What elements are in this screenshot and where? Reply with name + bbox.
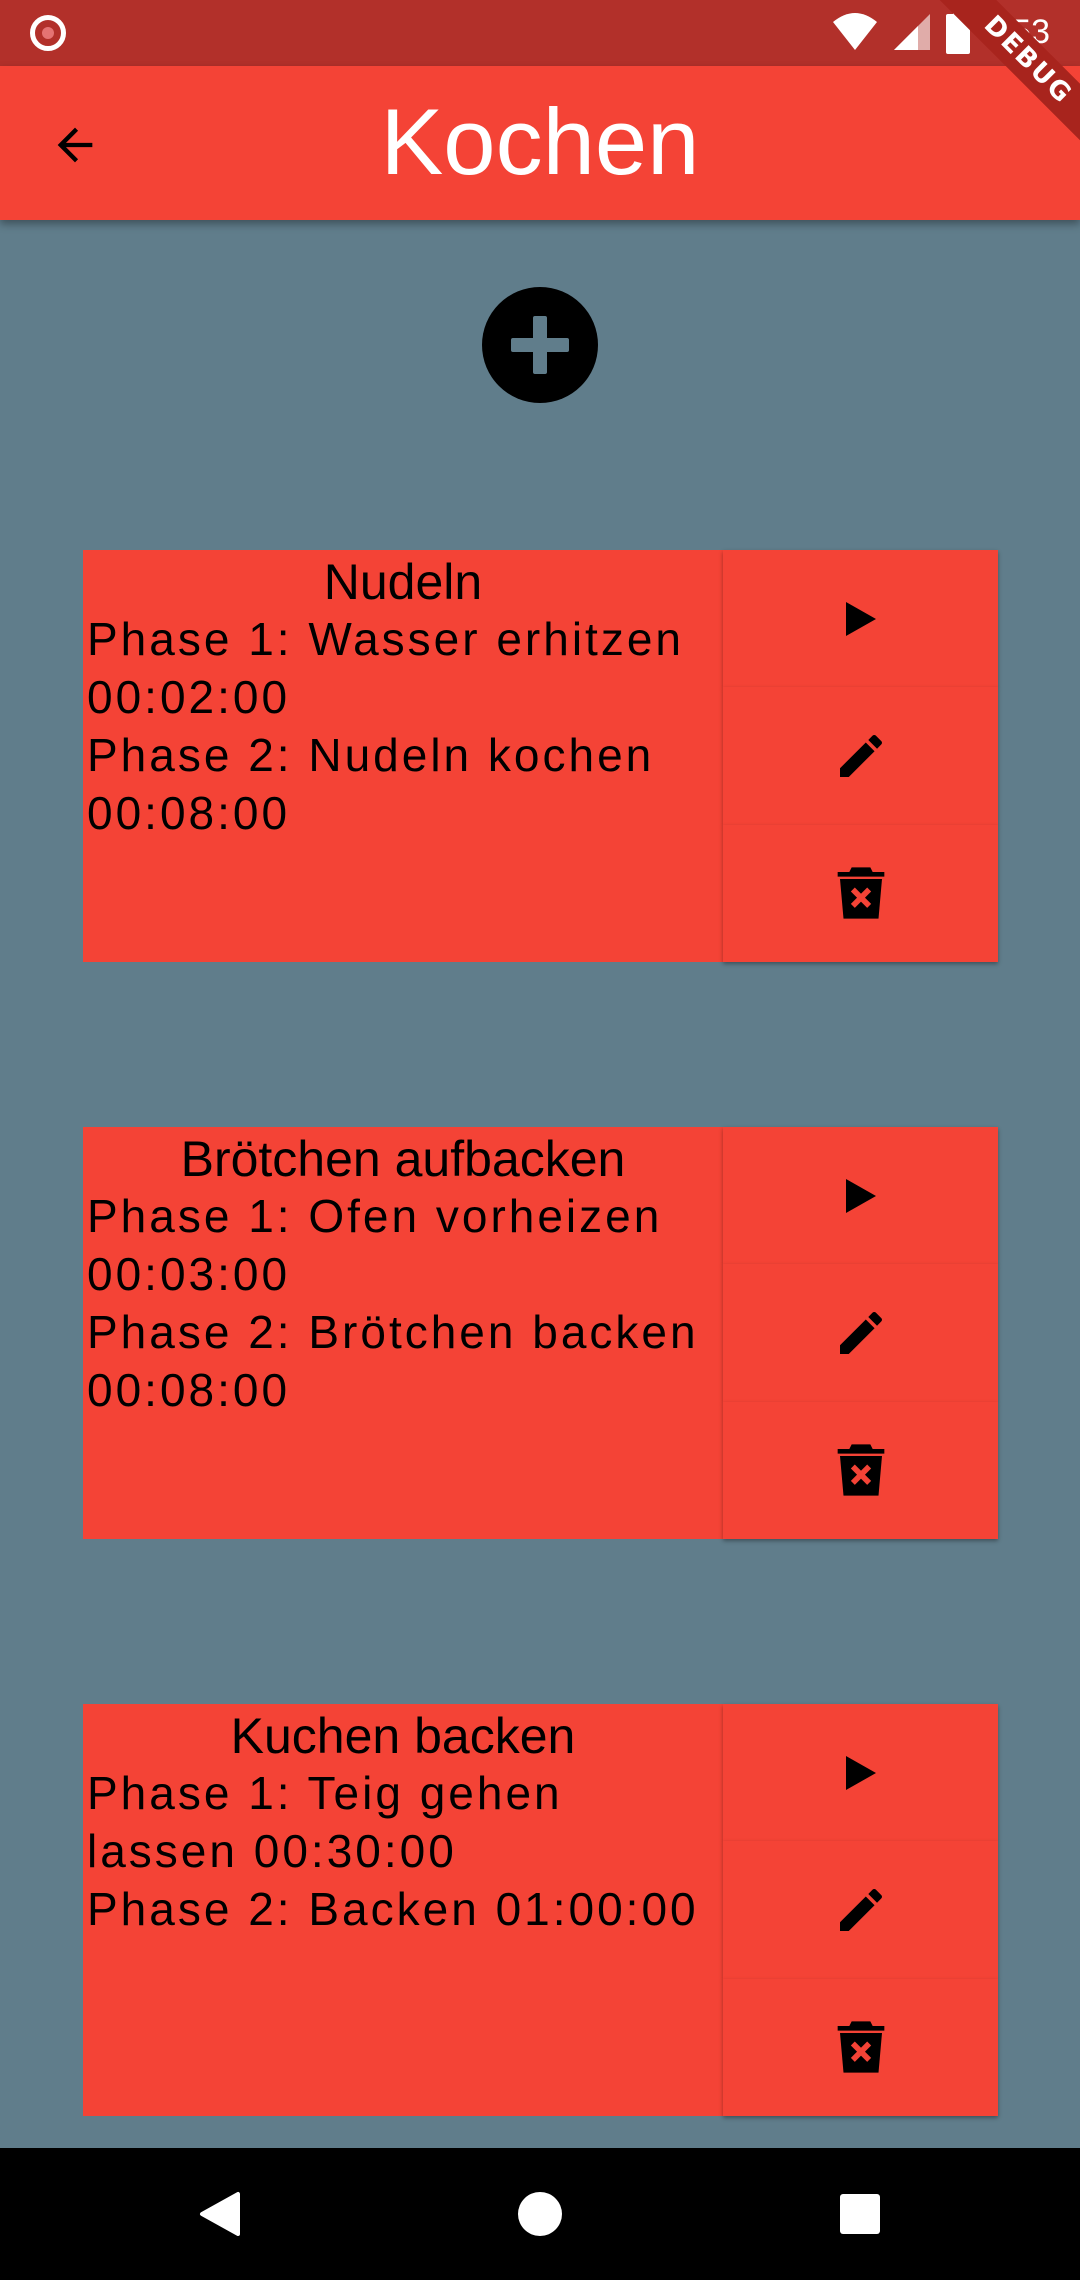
recipe-card: Brötchen aufbacken Phase 1: Ofen vorheiz… bbox=[83, 1127, 998, 1539]
app-bar: Kochen bbox=[0, 66, 1080, 220]
edit-button[interactable] bbox=[723, 687, 998, 825]
recipe-title: Nudeln bbox=[323, 554, 483, 610]
delete-button[interactable] bbox=[723, 1978, 998, 2116]
recipe-actions bbox=[723, 1704, 998, 2116]
wifi-icon bbox=[832, 13, 877, 50]
delete-button[interactable] bbox=[723, 1401, 998, 1539]
recipe-phase: Phase 2: Backen 01:00:00 bbox=[87, 1883, 699, 1935]
edit-button[interactable] bbox=[723, 1264, 998, 1402]
edit-button[interactable] bbox=[723, 1841, 998, 1979]
play-icon bbox=[845, 601, 876, 636]
recipe-phase: Phase 2: Nudeln kochen 00:08:00 bbox=[87, 729, 655, 839]
start-button[interactable] bbox=[723, 1127, 998, 1265]
navigation-bar bbox=[0, 2148, 1080, 2280]
recipe-actions bbox=[723, 1127, 998, 1539]
nav-home-button[interactable] bbox=[510, 2184, 570, 2244]
pencil-icon bbox=[839, 1888, 882, 1931]
play-icon bbox=[845, 1755, 876, 1790]
start-button[interactable] bbox=[723, 550, 998, 688]
recipe-phase: Phase 1: Ofen vorheizen 00:03:00 bbox=[87, 1190, 663, 1300]
add-recipe-button[interactable] bbox=[482, 287, 598, 403]
delete-button[interactable] bbox=[723, 824, 998, 962]
recipe-phase: Phase 2: Brötchen backen 00:08:00 bbox=[87, 1306, 699, 1416]
status-bar: 2:53 bbox=[0, 0, 1080, 66]
start-button[interactable] bbox=[723, 1704, 998, 1842]
pencil-icon bbox=[839, 1311, 882, 1354]
recipe-card-body: Kuchen backen Phase 1: Teig gehen lassen… bbox=[83, 1704, 723, 2116]
record-icon bbox=[30, 15, 66, 51]
trash-icon bbox=[837, 867, 884, 919]
recipe-card-body: Nudeln Phase 1: Wasser erhitzen 00:02:00… bbox=[83, 550, 723, 962]
play-icon bbox=[845, 1178, 876, 1213]
pencil-icon bbox=[839, 734, 882, 777]
trash-icon bbox=[837, 1444, 884, 1496]
recipe-title: Brötchen aufbacken bbox=[180, 1131, 626, 1187]
plus-icon bbox=[511, 316, 569, 374]
recipe-phase: Phase 1: Teig gehen lassen 00:30:00 bbox=[87, 1767, 563, 1877]
recipe-card: Kuchen backen Phase 1: Teig gehen lassen… bbox=[83, 1704, 998, 2116]
circle-home-icon bbox=[518, 2192, 562, 2236]
page-title: Kochen bbox=[380, 89, 700, 194]
recipe-card: Nudeln Phase 1: Wasser erhitzen 00:02:00… bbox=[83, 550, 998, 962]
signal-icon bbox=[893, 14, 930, 50]
recipe-card-body: Brötchen aufbacken Phase 1: Ofen vorheiz… bbox=[83, 1127, 723, 1539]
nav-recents-button[interactable] bbox=[830, 2184, 890, 2244]
triangle-back-icon bbox=[200, 2192, 240, 2236]
recipe-title: Kuchen backen bbox=[230, 1708, 576, 1764]
recipe-phase: Phase 1: Wasser erhitzen 00:02:00 bbox=[87, 613, 684, 723]
trash-icon bbox=[837, 2021, 884, 2073]
nav-back-button[interactable] bbox=[190, 2184, 250, 2244]
square-recents-icon bbox=[840, 2194, 880, 2234]
recipe-actions bbox=[723, 550, 998, 962]
